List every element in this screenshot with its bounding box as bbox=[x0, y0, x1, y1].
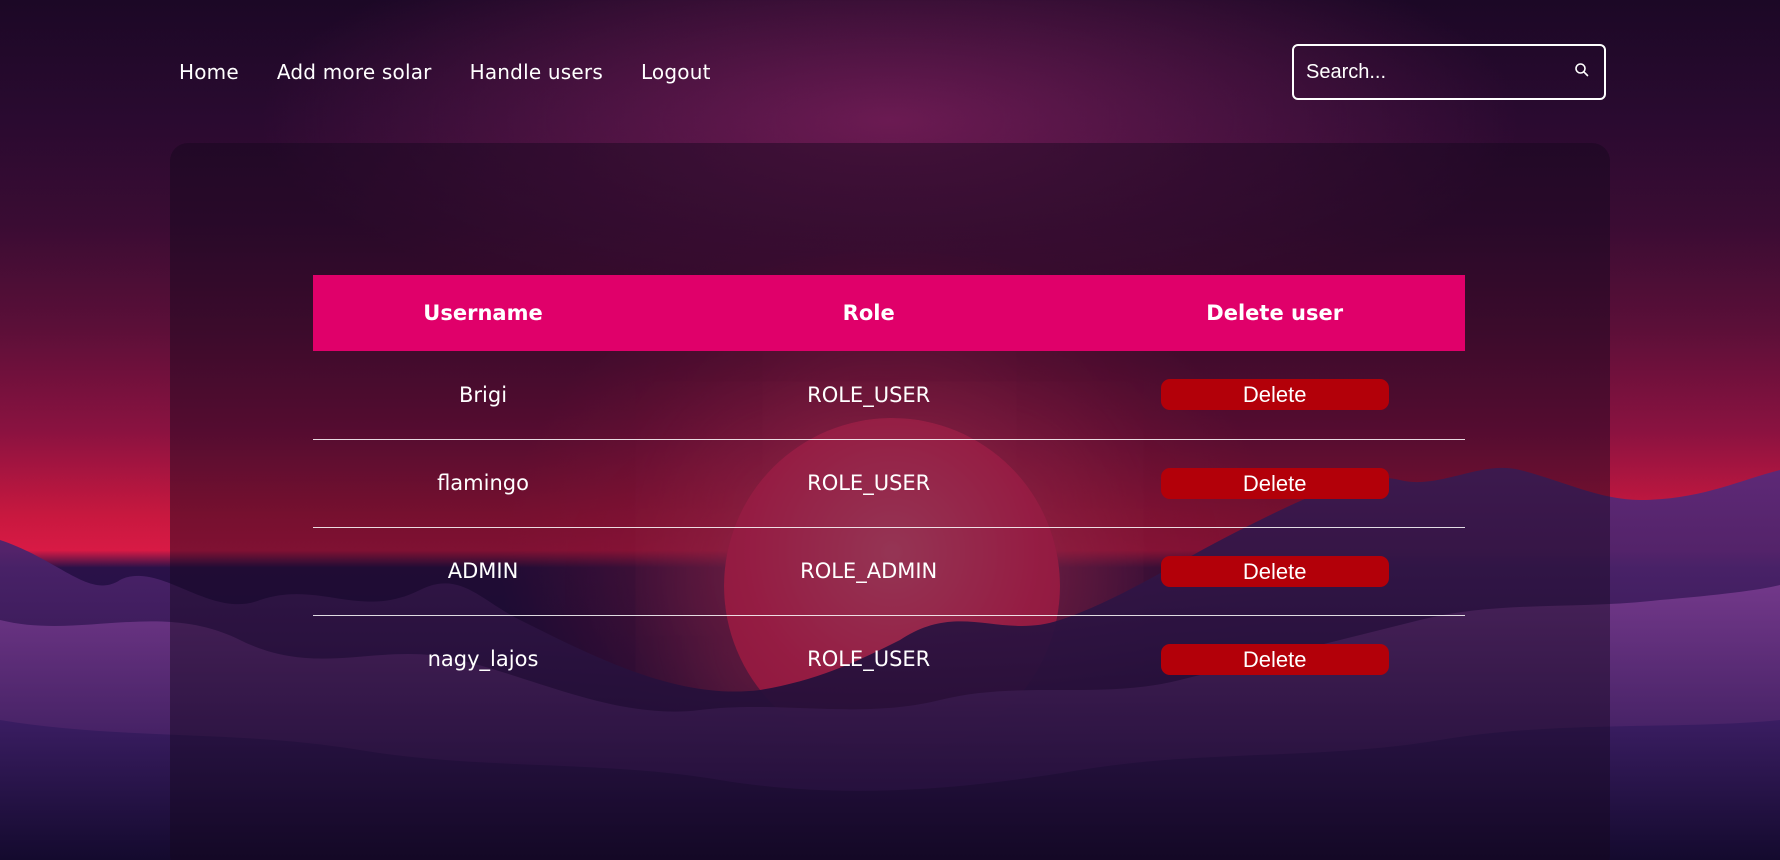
search-box bbox=[1292, 44, 1606, 100]
role-cell: ROLE_USER bbox=[807, 382, 931, 407]
table-row: Brigi ROLE_USER Delete bbox=[313, 351, 1465, 439]
role-cell: ROLE_ADMIN bbox=[800, 559, 938, 583]
top-navigation: Home Add more solar Handle users Logout bbox=[179, 60, 711, 84]
role-cell: ROLE_USER bbox=[807, 471, 931, 495]
nav-add-more-solar-link[interactable]: Add more solar bbox=[277, 60, 432, 84]
header-username: Username bbox=[423, 301, 543, 325]
search-icon[interactable] bbox=[1574, 62, 1590, 80]
username-cell: Brigi bbox=[458, 382, 508, 407]
table-row: flamingo ROLE_USER Delete bbox=[313, 439, 1465, 527]
delete-cell: Delete bbox=[1084, 615, 1465, 703]
header-delete-user: Delete user bbox=[1206, 301, 1344, 325]
delete-button[interactable]: Delete bbox=[1160, 555, 1389, 587]
delete-cell: Delete bbox=[1084, 527, 1465, 615]
delete-button[interactable]: Delete bbox=[1160, 643, 1389, 675]
nav-logout-link[interactable]: Logout bbox=[641, 60, 711, 84]
delete-cell: Delete bbox=[1084, 351, 1465, 439]
search-input[interactable] bbox=[1294, 59, 1558, 85]
table-header-row: Username Role Delete user bbox=[313, 275, 1465, 351]
nav-home-link[interactable]: Home bbox=[179, 60, 239, 84]
header-role: Role bbox=[842, 301, 895, 325]
role-cell: ROLE_USER bbox=[807, 647, 931, 672]
username-cell: flamingo bbox=[437, 471, 529, 495]
table-row: nagy_lajos ROLE_USER Delete bbox=[313, 615, 1465, 703]
table-row: ADMIN ROLE_ADMIN Delete bbox=[313, 527, 1465, 615]
delete-button[interactable]: Delete bbox=[1160, 467, 1389, 499]
users-table: Username Role Delete user Brigi ROLE_USE… bbox=[313, 275, 1465, 703]
username-cell: nagy_lajos bbox=[427, 647, 539, 672]
delete-cell: Delete bbox=[1084, 439, 1465, 527]
username-cell: ADMIN bbox=[447, 559, 519, 583]
delete-button[interactable]: Delete bbox=[1160, 379, 1389, 411]
nav-handle-users-link[interactable]: Handle users bbox=[470, 60, 603, 84]
